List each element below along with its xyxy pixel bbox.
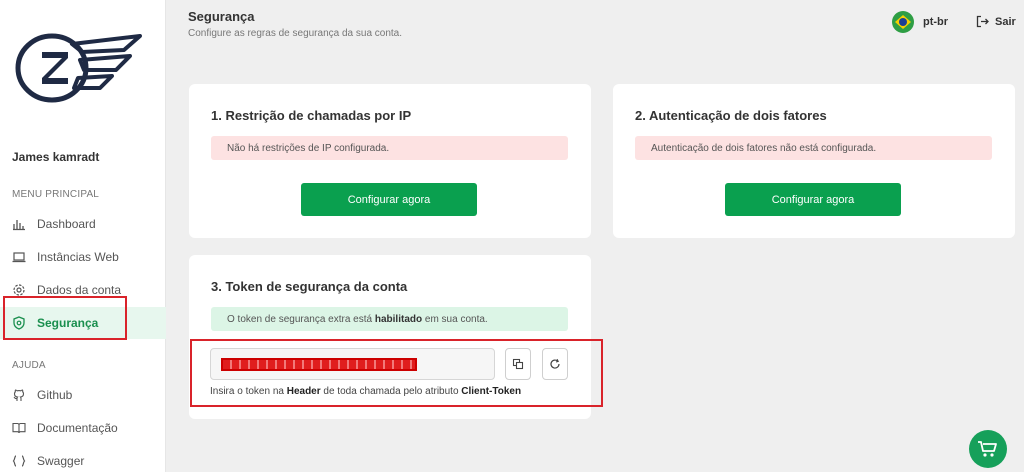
book-icon — [12, 421, 26, 435]
bar-chart-icon — [12, 217, 26, 231]
card-title: 3. Token de segurança da conta — [211, 279, 408, 294]
two-factor-status-alert: Autenticação de dois fatores não está co… — [635, 136, 992, 160]
sidebar-item-label: Dados da conta — [37, 283, 122, 297]
sidebar-item-label: Dashboard — [37, 217, 96, 231]
card-title: 2. Autenticação de dois fatores — [635, 108, 827, 123]
z-api-logo[interactable] — [12, 30, 144, 106]
sidebar-item-label: Documentação — [37, 421, 118, 435]
configure-ip-button[interactable]: Configurar agora — [301, 183, 477, 216]
help-section-title: AJUDA — [12, 360, 46, 371]
page-subtitle: Configure as regras de segurança da sua … — [188, 28, 403, 39]
page-title: Segurança — [188, 9, 255, 24]
sidebar-item-dashboard[interactable]: Dashboard — [0, 208, 166, 240]
sidebar-item-label: Instâncias Web — [37, 250, 119, 264]
sidebar-item-swagger[interactable]: Swagger — [0, 445, 166, 472]
brazil-flag-icon — [892, 11, 914, 33]
alert-text-suffix: em sua conta. — [422, 313, 488, 325]
laptop-icon — [12, 250, 26, 264]
logout-button[interactable]: Sair — [976, 15, 1016, 28]
cart-chat-icon — [978, 441, 997, 457]
ip-status-alert: Não há restrições de IP configurada. — [211, 136, 568, 160]
alert-text: O token de segurança extra está — [227, 313, 375, 325]
sidebar-item-label: Swagger — [37, 454, 85, 468]
logout-label: Sair — [995, 15, 1016, 28]
language-label: pt-br — [923, 16, 949, 28]
card-title: 1. Restrição de chamadas por IP — [211, 108, 412, 123]
sidebar: James kamradt MENU PRINCIPAL Dashboard I… — [0, 0, 166, 472]
sidebar-item-label: Github — [37, 388, 73, 402]
user-name: James kamradt — [12, 150, 100, 164]
sidebar-item-documentacao[interactable]: Documentação — [0, 412, 166, 444]
annotation-box-token — [190, 339, 603, 407]
ip-restriction-card: 1. Restrição de chamadas por IP Não há r… — [189, 84, 591, 238]
annotation-box-sidebar — [3, 296, 127, 340]
menu-section-title: MENU PRINCIPAL — [12, 189, 100, 200]
alert-status: habilitado — [374, 313, 423, 325]
sidebar-item-instancias[interactable]: Instâncias Web — [0, 241, 166, 273]
language-selector[interactable]: pt-br — [892, 11, 948, 33]
token-status-alert: O token de segurança extra está habilita… — [211, 307, 568, 331]
chat-support-button[interactable] — [969, 430, 1007, 468]
two-factor-card: 2. Autenticação de dois fatores Autentic… — [613, 84, 1015, 238]
sidebar-item-github[interactable]: Github — [0, 379, 166, 411]
gear-icon — [12, 283, 26, 297]
logout-icon — [976, 15, 989, 28]
configure-2fa-button[interactable]: Configurar agora — [725, 183, 901, 216]
github-icon — [12, 388, 26, 402]
swagger-icon — [12, 454, 26, 468]
